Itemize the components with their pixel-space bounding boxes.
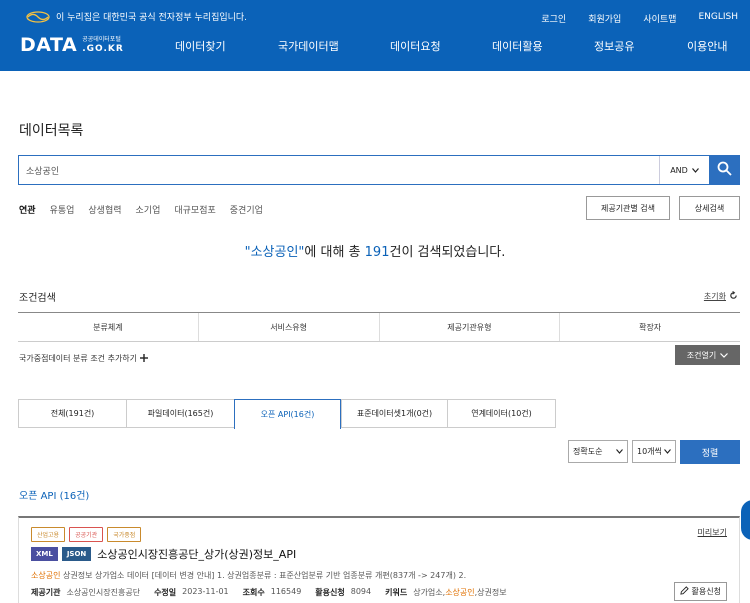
meta-kw-highlight: 소상공인 [445,588,475,597]
keyword-chip[interactable]: 소기업 [136,203,161,216]
format-badge-xml: XML [31,547,58,561]
card-description: 소상공인 상권정보 상가업소 데이터 [데이터 변경 안내] 1. 상권업종분류… [31,570,466,581]
format-badge-json: JSON [61,547,92,561]
provider-search-button[interactable]: 제공기관별 검색 [586,196,670,220]
tab-standard-dataset[interactable]: 표준데이터셋1개(0건) [341,400,447,428]
english-link[interactable]: ENGLISH [698,12,738,25]
cond-service-type[interactable]: 서비스유형 [197,313,379,341]
section-title: 오픈 API (16건) [19,491,90,502]
category-badge: 국가중점 [107,527,142,542]
card-title-row: XML JSON 소상공인시장진흥공단_상가(상권)정보_API [31,546,296,562]
chevron-down-icon [616,447,623,456]
tab-open-api[interactable]: 오픈 API(16건) [234,399,341,429]
signup-link[interactable]: 회원가입 [588,12,621,25]
gov-banner: 이 누리집은 대한민국 공식 전자정부 누리집입니다. [26,10,247,23]
utility-links: 로그인 회원가입 사이트맵 ENGLISH [541,12,738,25]
related-label: 연관 [19,206,36,216]
cond-classification[interactable]: 분류체계 [18,313,198,341]
open-conditions-label: 조건열기 [686,350,717,360]
result-keyword: "소상공인" [244,245,305,260]
search-bar: AND [18,155,740,185]
category-badge: 공공기관 [69,527,104,542]
result-summary: "소상공인"에 대해 총 191건이 검색되었습니다. [0,241,750,260]
condition-table: 분류체계 서비스유형 제공기관유형 확장자 [18,312,740,342]
meta-label: 조회수 [242,588,265,597]
reset-label: 초기화 [703,292,726,301]
gov-banner-text: 이 누리집은 대한민국 공식 전자정부 누리집입니다. [56,13,248,23]
desc-text: 상권정보 상가업소 데이터 [데이터 변경 안내] 1. 상권업종분류 : 표준… [60,571,467,580]
meta-apply-count: 8094 [350,587,372,596]
data-type-tabs: 전체(191건) 파일데이터(165건) 오픈 API(16건) 표준데이터셋1… [18,399,556,429]
meta-keywords: 상가업소,소상공인,상권정보 [413,587,506,598]
edit-icon [679,586,689,597]
side-floating-button[interactable] [741,500,750,540]
open-conditions-button[interactable]: 조건열기 [675,345,740,365]
search-button[interactable] [709,156,739,184]
search-operator-value: AND [670,165,688,175]
category-badges: 산업고용 공공기관 국가중점 [31,527,142,542]
per-page-select[interactable]: 10개씩 [632,440,676,463]
per-page-value: 10개씩 [637,447,662,456]
keyword-chip[interactable]: 대규모점포 [174,203,215,216]
apply-button-label: 활용신청 [691,587,721,596]
result-tail: 건이 검색되었습니다. [389,245,506,260]
meta-label: 수정일 [154,588,177,597]
preview-link[interactable]: 미리보기 [698,527,727,538]
login-link[interactable]: 로그인 [541,12,566,25]
related-keywords: 연관 유통업 상생협력 소기업 대규모점포 중견기업 [19,203,263,216]
nav-guide[interactable]: 이용안내 [687,38,727,54]
meta-modified: 2023-11-01 [182,587,229,596]
nav-national-data-map[interactable]: 국가데이터맵 [278,38,339,54]
add-condition-label: 국가중점데이터 분류 조건 추가하기 [19,354,138,363]
nav-data-request[interactable]: 데이터요청 [390,38,441,54]
sort-button[interactable]: 정렬 [680,440,740,464]
meta-kw-post: ,상권정보 [474,588,507,597]
nav-data-use[interactable]: 데이터활용 [492,38,543,54]
meta-provider: 소상공인시장진흥공단 [66,588,141,597]
meta-label: 활용신청 [315,588,345,597]
meta-label: 키워드 [385,588,408,597]
chevron-down-icon [691,166,699,175]
refresh-icon [729,291,738,302]
desc-highlight: 소상공인 [31,571,61,580]
meta-views: 116549 [270,587,302,596]
page-title: 데이터목록 [19,123,84,139]
tab-linked-data[interactable]: 연계데이터(10건) [447,400,555,428]
sitemap-link[interactable]: 사이트맵 [643,12,676,25]
chevron-down-icon [664,447,671,456]
keyword-chip[interactable]: 중견기업 [230,203,263,216]
result-count: 191 [364,245,390,260]
card-meta: 제공기관 소상공인시장진흥공단 수정일 2023-11-01 조회수 11654… [31,587,507,598]
chevron-down-icon [720,351,729,360]
main-navigation: 데이터찾기 국가데이터맵 데이터요청 데이터활용 정보공유 이용안내 [0,38,750,54]
plus-icon [140,353,149,364]
tab-file-data[interactable]: 파일데이터(165건) [126,400,234,428]
nav-find-data[interactable]: 데이터찾기 [175,38,226,54]
sort-order-value: 정확도순 [573,447,603,456]
keyword-chip[interactable]: 상생협력 [88,203,121,216]
category-badge: 산업고용 [31,527,66,542]
nav-info-share[interactable]: 정보공유 [594,38,634,54]
cond-extension[interactable]: 확장자 [559,313,740,341]
tab-all[interactable]: 전체(191건) [19,400,126,428]
cond-provider-type[interactable]: 제공기관유형 [378,313,560,341]
search-icon [717,161,732,179]
sort-order-select[interactable]: 정확도순 [568,440,628,463]
result-card: 산업고용 공공기관 국가중점 미리보기 XML JSON 소상공인시장진흥공단_… [18,516,740,603]
gov-emblem-icon [26,10,50,23]
meta-label: 제공기관 [31,588,61,597]
card-title-link[interactable]: 소상공인시장진흥공단_상가(상권)정보_API [97,546,296,562]
reset-button[interactable]: 초기화 [704,291,738,302]
add-condition-link[interactable]: 국가중점데이터 분류 조건 추가하기 [19,353,149,364]
result-mid: 에 대해 총 [304,245,365,260]
search-input[interactable] [19,156,659,184]
detail-search-button[interactable]: 상세검색 [679,196,740,220]
keyword-chip[interactable]: 유통업 [50,203,75,216]
site-header: 이 누리집은 대한민국 공식 전자정부 누리집입니다. 로그인 회원가입 사이트… [0,0,750,71]
search-operator-select[interactable]: AND [659,156,709,184]
condition-search-title: 조건검색 [19,293,56,304]
meta-kw-pre: 상가업소, [413,588,446,597]
apply-button[interactable]: 활용신청 [673,582,727,601]
